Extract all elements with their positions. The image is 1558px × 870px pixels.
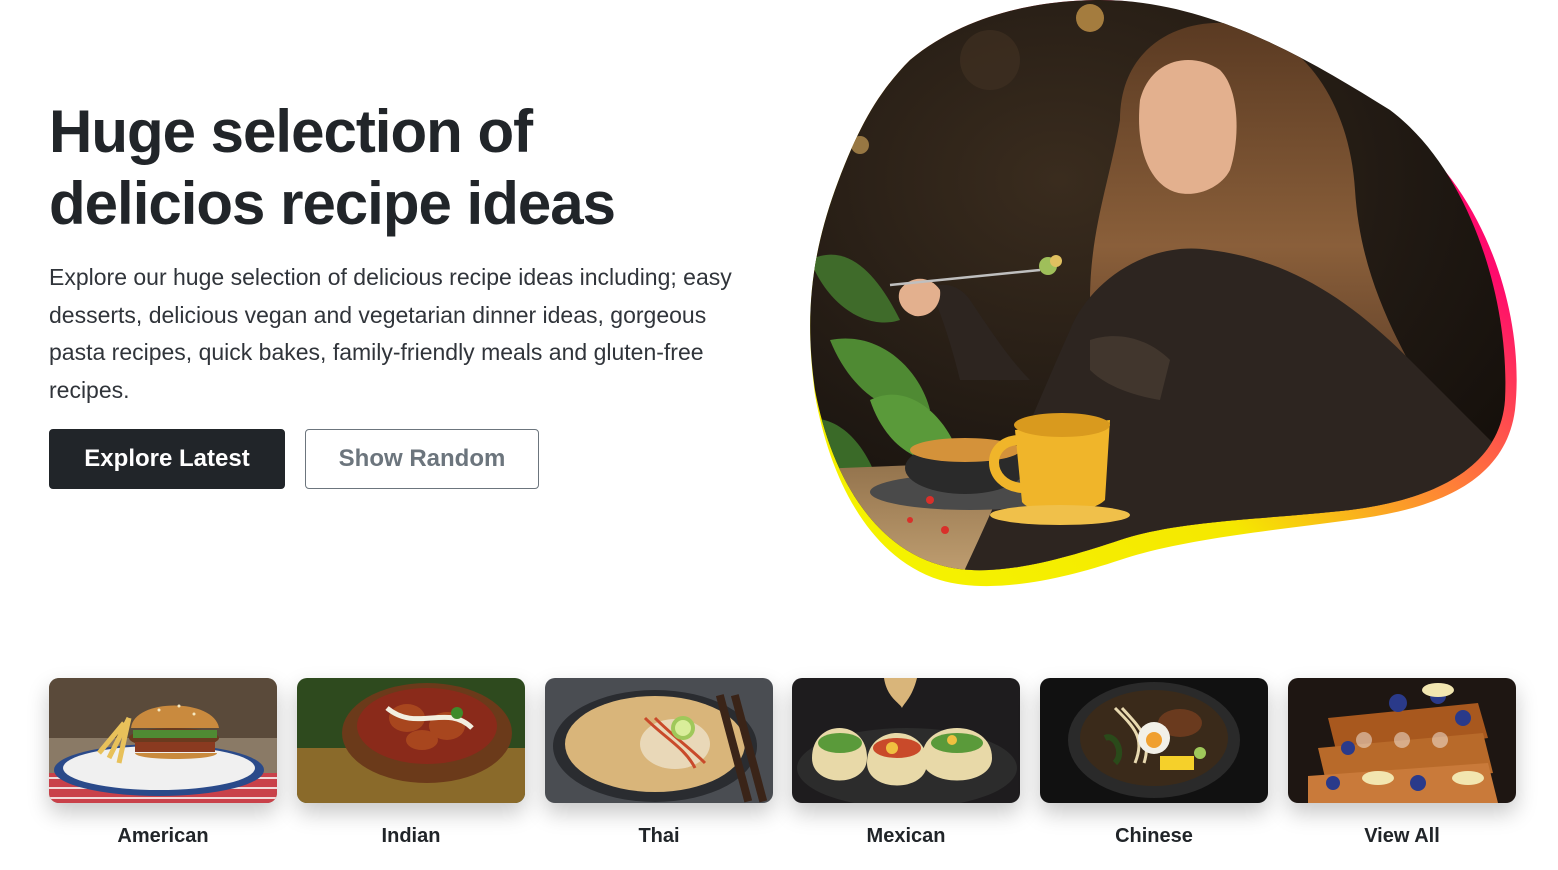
burger-photo-icon (49, 678, 277, 803)
category-card-mexican[interactable]: Mexican (792, 678, 1020, 848)
category-label[interactable]: View All (1288, 825, 1516, 848)
explore-latest-button[interactable]: Explore Latest (49, 429, 285, 489)
hero-lead-text: Explore our huge selection of delicious … (49, 264, 732, 403)
category-card-american[interactable]: American (49, 678, 277, 848)
thai-soup-photo-icon (545, 678, 773, 803)
category-thumbnail[interactable] (1040, 678, 1268, 803)
category-card-indian[interactable]: Indian (297, 678, 525, 848)
category-thumbnail[interactable] (297, 678, 525, 803)
show-random-button[interactable]: Show Random (305, 429, 539, 489)
category-label[interactable]: Chinese (1040, 825, 1268, 848)
category-thumbnail[interactable] (792, 678, 1020, 803)
noodle-bowl-photo-icon (1040, 678, 1268, 803)
category-label[interactable]: American (49, 825, 277, 848)
category-thumbnail[interactable] (545, 678, 773, 803)
category-thumbnail[interactable] (1288, 678, 1516, 803)
woman-eating-photo-icon (810, 0, 1517, 587)
category-thumbnail[interactable] (49, 678, 277, 803)
category-card-thai[interactable]: Thai (545, 678, 773, 848)
hero-title-line1: Huge selection of (49, 98, 533, 165)
hero-title-line2: delicios recipe ideas (49, 170, 616, 237)
hero-title: Huge selection of delicios recipe ideas (49, 96, 769, 240)
hero-image (790, 0, 1558, 600)
category-label[interactable]: Indian (297, 825, 525, 848)
curry-photo-icon (297, 678, 525, 803)
category-card-chinese[interactable]: Chinese (1040, 678, 1268, 848)
french-toast-photo-icon (1288, 678, 1516, 803)
category-label[interactable]: Mexican (792, 825, 1020, 848)
tacos-photo-icon (792, 678, 1020, 803)
category-card-view-all[interactable]: View All (1288, 678, 1516, 848)
category-label[interactable]: Thai (545, 825, 773, 848)
